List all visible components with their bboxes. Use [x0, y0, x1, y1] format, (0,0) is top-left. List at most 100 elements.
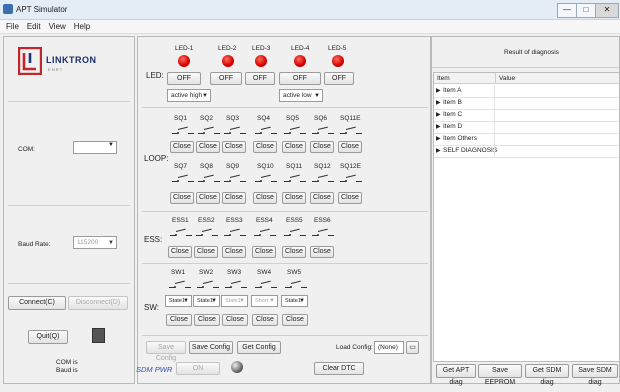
led-mode-right-select[interactable]: active low ▼: [279, 89, 323, 102]
sw-state-select[interactable]: State1 ▼: [193, 295, 220, 307]
divider: [142, 107, 428, 108]
sw-state-select[interactable]: State1 ▼: [281, 295, 308, 307]
loop-close-button[interactable]: Close: [170, 141, 194, 153]
get-config-button[interactable]: Get Config: [237, 341, 281, 354]
sw-state-select[interactable]: State1 ▼: [221, 295, 248, 307]
row-item-name: SELF DIAGNOSIS: [443, 147, 498, 154]
row-item-name: Item A: [443, 87, 462, 94]
column-header-value[interactable]: Value: [495, 73, 619, 84]
disconnect-button[interactable]: Disconnect(D): [68, 296, 128, 310]
loop-close-button[interactable]: Close: [253, 192, 277, 204]
led-indicator: [222, 55, 234, 67]
expand-arrow-icon[interactable]: ▶: [436, 133, 441, 145]
led-4-button[interactable]: OFF: [279, 72, 321, 85]
ess-close-button[interactable]: Close: [194, 246, 218, 258]
loop-close-button[interactable]: Close: [310, 141, 334, 153]
ess-close-button[interactable]: Close: [222, 246, 246, 258]
close-window-button[interactable]: ✕: [595, 3, 619, 18]
minimize-button[interactable]: —: [557, 3, 577, 18]
chevron-down-icon: ▼: [314, 93, 320, 99]
loop-close-button[interactable]: Close: [222, 192, 246, 204]
ess-switch-name: ESS6: [314, 217, 331, 224]
loop-close-button[interactable]: Close: [282, 192, 306, 204]
loop-close-button[interactable]: Close: [253, 141, 277, 153]
save-sdm-diag-button[interactable]: Save SDM diag: [572, 364, 618, 386]
led-5-button[interactable]: OFF: [324, 72, 354, 85]
ess-label: ESS:: [144, 235, 163, 244]
loop-switch-name: SQ11: [286, 163, 303, 170]
menu-view[interactable]: View: [49, 22, 66, 31]
ess-close-button[interactable]: Close: [252, 246, 276, 258]
loop-close-button[interactable]: Close: [222, 141, 246, 153]
row-item-name: Item B: [443, 99, 462, 106]
clear-dtc-button[interactable]: Clear DTC: [314, 362, 364, 375]
divider: [142, 335, 428, 336]
quit-button[interactable]: Quit(Q): [28, 330, 68, 344]
loop-close-button[interactable]: Close: [170, 192, 194, 204]
baud-label: Baud Rate:: [18, 241, 51, 248]
logo-mark-icon: [18, 47, 42, 75]
ess-close-button[interactable]: Close: [168, 246, 192, 258]
loop-switch-name: SQ6: [314, 115, 328, 122]
save-config-button[interactable]: Save Config: [189, 341, 233, 354]
expand-arrow-icon[interactable]: ▶: [436, 121, 441, 133]
logo: LINKTRON E N R T: [18, 45, 126, 81]
connect-button[interactable]: Connect(C): [8, 296, 66, 310]
divider: [8, 101, 130, 102]
column-header-item[interactable]: Item: [434, 73, 495, 84]
column-divider: [494, 85, 495, 97]
expand-arrow-icon[interactable]: ▶: [436, 109, 441, 121]
loop-close-button[interactable]: Close: [310, 192, 334, 204]
loop-close-button[interactable]: Close: [196, 141, 220, 153]
switch-symbol-icon: [224, 126, 246, 136]
baud-status: Baud is: [56, 367, 78, 374]
maximize-button[interactable]: □: [576, 3, 596, 18]
switch-symbol-icon: [196, 228, 218, 238]
sw-state-select[interactable]: State1 ▼: [165, 295, 192, 307]
loop-close-button[interactable]: Close: [338, 141, 362, 153]
sw-close-button[interactable]: Close: [194, 314, 220, 326]
led-3-button[interactable]: OFF: [245, 72, 275, 85]
led-name: LED-4: [291, 45, 310, 52]
save-config-disabled-button[interactable]: Save Config: [146, 341, 186, 362]
expand-arrow-icon[interactable]: ▶: [436, 97, 441, 109]
led-2-button[interactable]: OFF: [210, 72, 242, 85]
table-row[interactable]: ▶ SELF DIAGNOSIS: [434, 145, 619, 158]
sw-close-button[interactable]: Close: [282, 314, 308, 326]
load-config-label: Load Config:: [336, 344, 373, 351]
get-sdm-diag-button[interactable]: Get SDM diag: [525, 364, 569, 386]
switch-symbol-icon: [284, 126, 306, 136]
ess-close-button[interactable]: Close: [310, 246, 334, 258]
load-config-field[interactable]: (None): [374, 341, 404, 354]
switch-symbol-icon: [224, 228, 246, 238]
sw-close-button[interactable]: Close: [166, 314, 192, 326]
expand-arrow-icon[interactable]: ▶: [436, 85, 441, 97]
column-divider: [494, 109, 495, 121]
loop-switch-name: SQ3: [226, 115, 240, 122]
loop-switch-name: SQ7: [174, 163, 188, 170]
switch-symbol-icon: [340, 174, 362, 184]
get-apt-diag-button[interactable]: Get APT diag: [436, 364, 476, 386]
expand-arrow-icon[interactable]: ▶: [436, 145, 441, 157]
folder-icon[interactable]: ▭: [406, 341, 419, 354]
ess-close-button[interactable]: Close: [282, 246, 306, 258]
sdm-pwr-on-button[interactable]: ON: [176, 362, 220, 375]
sw-close-button[interactable]: Close: [252, 314, 278, 326]
com-select[interactable]: ▼: [73, 141, 117, 154]
led-mode-left-select[interactable]: active high ▼: [167, 89, 211, 102]
led-1-button[interactable]: OFF: [167, 72, 201, 85]
menu-bar: File Edit View Help: [0, 20, 620, 34]
menu-file[interactable]: File: [6, 22, 19, 31]
menu-help[interactable]: Help: [74, 22, 90, 31]
loop-close-button[interactable]: Close: [282, 141, 306, 153]
loop-close-button[interactable]: Close: [196, 192, 220, 204]
loop-switch-name: SQ10: [257, 163, 274, 170]
save-eeprom-button[interactable]: Save EEPROM: [478, 364, 522, 386]
com-label: COM:: [18, 146, 35, 153]
sw-close-button[interactable]: Close: [222, 314, 248, 326]
led-indicator: [178, 55, 190, 67]
loop-close-button[interactable]: Close: [338, 192, 362, 204]
menu-edit[interactable]: Edit: [27, 22, 41, 31]
baud-select[interactable]: 115200 ▼: [73, 236, 117, 249]
sw-state-select[interactable]: Short ▼: [251, 295, 278, 307]
